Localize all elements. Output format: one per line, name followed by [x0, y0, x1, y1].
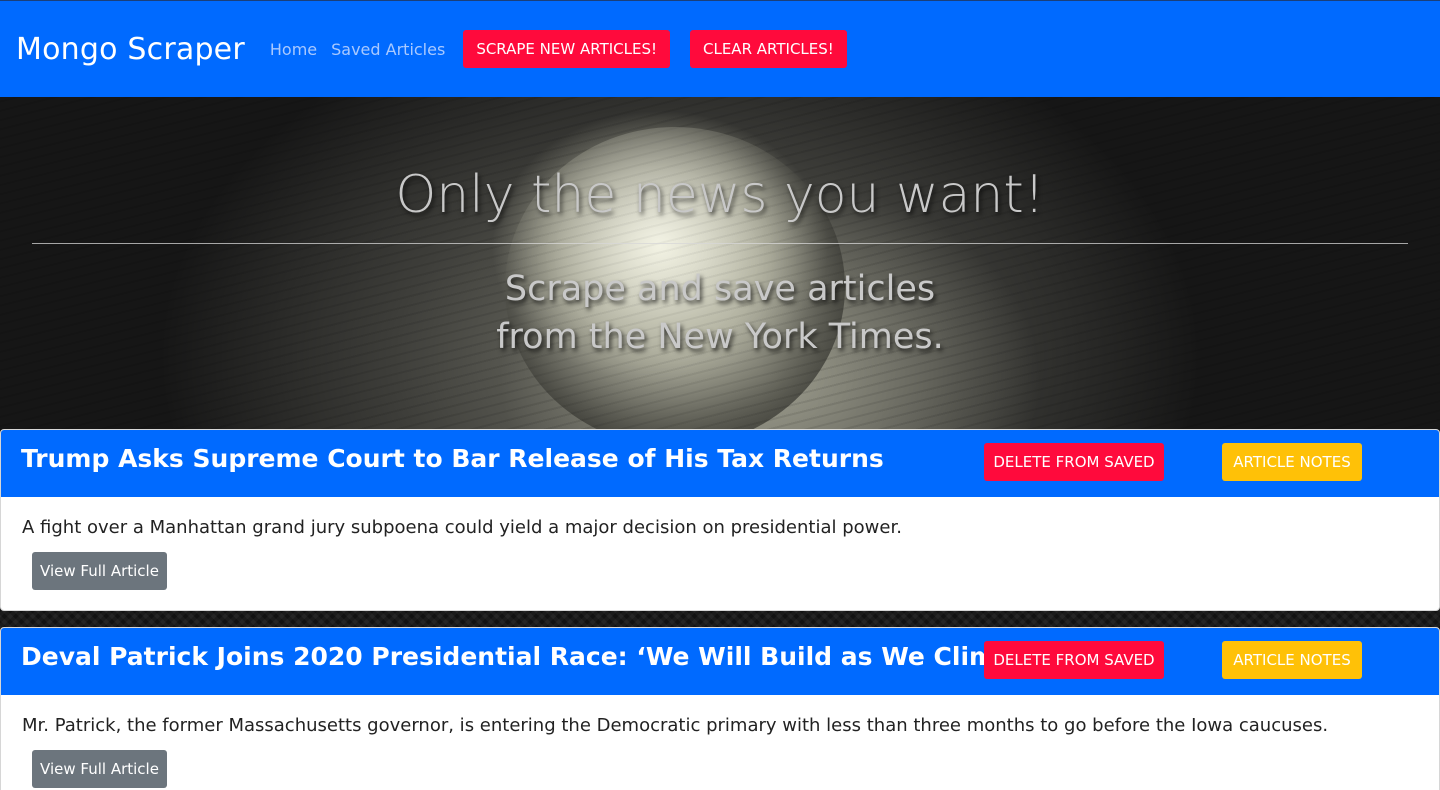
navbar: Mongo Scraper Home Saved Articles SCRAPE…	[0, 0, 1440, 97]
article-card: Deval Patrick Joins 2020 Presidential Ra…	[0, 627, 1440, 790]
article-summary: Mr. Patrick, the former Massachusetts go…	[22, 715, 1329, 736]
article-title: Trump Asks Supreme Court to Bar Release …	[21, 444, 884, 473]
hero-subtitle: Scrape and save articles from the New Yo…	[0, 265, 1440, 361]
nav-saved-articles-link[interactable]: Saved Articles	[331, 40, 445, 59]
nav-home-link[interactable]: Home	[270, 40, 317, 59]
article-card-header: Trump Asks Supreme Court to Bar Release …	[1, 430, 1439, 497]
view-full-article-button[interactable]: View Full Article	[32, 552, 167, 590]
view-full-article-button[interactable]: View Full Article	[32, 750, 167, 788]
brand-link[interactable]: Mongo Scraper	[16, 32, 245, 67]
article-card-header: Deval Patrick Joins 2020 Presidential Ra…	[1, 628, 1439, 695]
hero-jumbotron: Only the news you want! Scrape and save …	[0, 97, 1440, 430]
article-card: Trump Asks Supreme Court to Bar Release …	[0, 429, 1440, 611]
hero-subtitle-line-1: Scrape and save articles	[504, 269, 936, 309]
delete-from-saved-button[interactable]: DELETE FROM SAVED	[984, 641, 1164, 679]
article-title: Deval Patrick Joins 2020 Presidential Ra…	[21, 642, 1023, 671]
article-summary: A fight over a Manhattan grand jury subp…	[22, 517, 902, 538]
hero-subtitle-line-2: from the New York Times.	[496, 317, 944, 357]
hero-divider	[32, 243, 1408, 244]
article-notes-button[interactable]: ARTICLE NOTES	[1222, 443, 1362, 481]
article-notes-button[interactable]: ARTICLE NOTES	[1222, 641, 1362, 679]
hero-title: Only the news you want!	[395, 165, 1045, 225]
delete-from-saved-button[interactable]: DELETE FROM SAVED	[984, 443, 1164, 481]
clear-articles-button[interactable]: CLEAR ARTICLES!	[690, 30, 847, 68]
scrape-new-articles-button[interactable]: SCRAPE NEW ARTICLES!	[463, 30, 670, 68]
